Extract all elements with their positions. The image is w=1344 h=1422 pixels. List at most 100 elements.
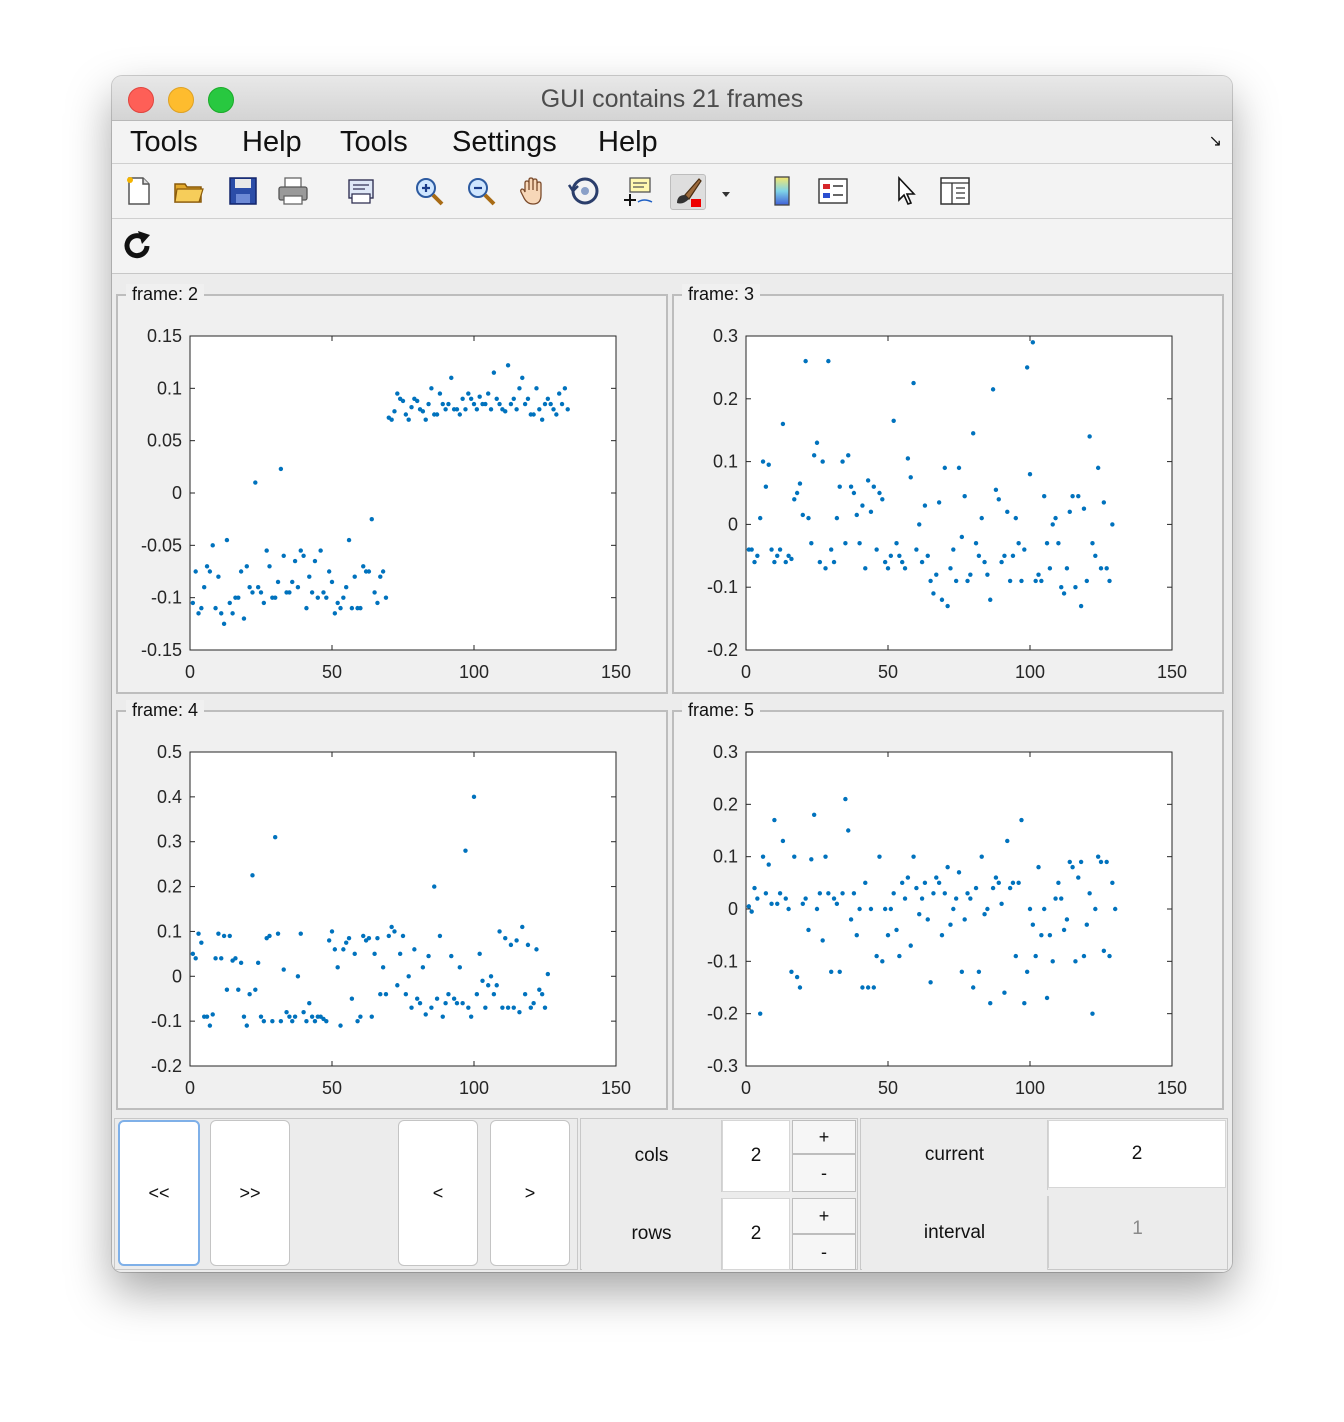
data-point — [207, 569, 213, 574]
data-point — [457, 412, 462, 417]
data-point — [758, 1011, 763, 1016]
data-point — [982, 559, 987, 565]
data-point — [565, 407, 570, 412]
data-point — [477, 394, 482, 399]
cols-increment-button[interactable]: + — [792, 1120, 856, 1154]
x-tick-label: 50 — [322, 1078, 342, 1098]
x-tick-label: 150 — [601, 662, 631, 682]
data-point — [820, 459, 825, 464]
data-point — [882, 559, 888, 565]
data-point — [287, 590, 292, 595]
menu-settings[interactable]: Settings — [452, 126, 557, 159]
brush-dropdown-icon[interactable] — [716, 174, 736, 208]
cols-decrement-button[interactable]: - — [792, 1154, 856, 1192]
print-preview-icon[interactable] — [344, 174, 378, 208]
pointer-icon[interactable] — [890, 174, 924, 208]
data-point — [219, 956, 224, 961]
open-folder-icon[interactable] — [172, 174, 206, 208]
rotate-3d-icon[interactable] — [568, 174, 602, 208]
colorbar-icon[interactable] — [766, 174, 800, 208]
data-point — [1016, 880, 1021, 886]
data-point — [925, 553, 930, 558]
menu-help-2[interactable]: Help — [598, 126, 658, 159]
data-point — [244, 1023, 249, 1028]
data-point — [1107, 953, 1112, 959]
interval-input[interactable]: 1 — [1048, 1196, 1226, 1268]
data-point — [891, 418, 896, 423]
data-point — [275, 579, 281, 585]
data-point — [794, 974, 800, 980]
y-tick-label: 0.3 — [713, 326, 738, 346]
data-point — [976, 553, 982, 558]
refresh-icon[interactable] — [120, 229, 154, 263]
save-icon[interactable] — [226, 174, 260, 208]
pan-hand-icon[interactable] — [516, 174, 550, 208]
data-point — [945, 864, 950, 870]
rows-increment-button[interactable]: + — [792, 1198, 856, 1234]
data-point — [403, 992, 409, 997]
data-point — [227, 600, 232, 606]
data-point — [213, 956, 218, 961]
data-point — [335, 965, 340, 970]
rows-decrement-button[interactable]: - — [792, 1234, 856, 1270]
menu-tools-2[interactable]: Tools — [340, 126, 408, 159]
scatter-plot-frame-3[interactable]: 0 50 100 150 -0.2 -0.1 0 0.1 0.2 0.3 — [674, 296, 1222, 692]
data-point — [897, 953, 902, 959]
rows-label: rows — [582, 1198, 722, 1270]
data-point — [871, 985, 876, 990]
data-point — [877, 854, 882, 859]
rows-value[interactable]: 2 — [722, 1198, 790, 1270]
data-point — [1013, 953, 1018, 959]
print-icon[interactable] — [276, 174, 310, 208]
previous-frame-button[interactable]: < — [398, 1120, 478, 1266]
x-tick-label: 50 — [878, 662, 898, 682]
y-tick-label: 0.5 — [157, 742, 182, 762]
first-frame-button[interactable]: << — [118, 1120, 200, 1266]
data-point — [948, 922, 953, 927]
new-file-icon[interactable] — [122, 174, 156, 208]
data-point — [971, 431, 976, 436]
cols-value[interactable]: 2 — [722, 1120, 790, 1192]
data-point — [928, 980, 933, 985]
data-point — [1024, 365, 1030, 370]
data-point — [1090, 1011, 1095, 1016]
data-point — [497, 401, 502, 407]
data-point — [1095, 854, 1101, 859]
legend-icon[interactable] — [816, 174, 850, 208]
data-point — [253, 480, 258, 485]
zoom-in-icon[interactable] — [412, 174, 446, 208]
scatter-plot-frame-4[interactable]: 0 50 100 150 -0.2 -0.1 0 0.1 0.2 0.3 0.4 0.5 — [118, 712, 666, 1108]
data-point — [789, 969, 794, 974]
y-tick-label: -0.2 — [151, 1056, 182, 1076]
property-inspector-icon[interactable] — [938, 174, 972, 208]
scatter-plot-frame-2[interactable]: 0 50 100 150 -0.15 -0.1 -0.05 0 0.05 0.1 0.15 — [118, 296, 666, 692]
menu-overflow-icon[interactable]: ↘ — [1209, 131, 1222, 151]
data-point — [378, 992, 383, 997]
zoom-out-icon[interactable] — [464, 174, 498, 208]
scatter-plot-frame-5[interactable]: 0 50 100 150 -0.3 -0.2 -0.1 0 0.1 0.2 0.3 — [674, 712, 1222, 1108]
data-cursor-icon[interactable] — [620, 174, 654, 208]
data-point — [304, 605, 309, 611]
menu-tools[interactable]: Tools — [130, 126, 198, 159]
data-point — [500, 1005, 505, 1010]
data-point — [483, 1005, 488, 1010]
data-point — [988, 597, 993, 602]
data-point — [486, 391, 491, 396]
last-frame-button[interactable]: >> — [210, 1120, 290, 1266]
data-point — [1076, 875, 1081, 880]
brush-icon[interactable] — [670, 174, 706, 210]
data-point — [451, 996, 457, 1001]
data-point — [400, 933, 406, 939]
data-point — [789, 556, 794, 562]
menu-help[interactable]: Help — [242, 126, 302, 159]
x-tick-label: 50 — [322, 662, 342, 682]
data-point — [304, 1018, 309, 1024]
y-tick-label: 0 — [172, 966, 182, 986]
data-point — [914, 547, 919, 552]
data-point — [939, 932, 945, 938]
data-point — [378, 574, 383, 579]
next-frame-button[interactable]: > — [490, 1120, 570, 1266]
current-frame-input[interactable]: 2 — [1048, 1120, 1226, 1188]
data-point — [1007, 578, 1013, 584]
data-point — [460, 396, 465, 401]
